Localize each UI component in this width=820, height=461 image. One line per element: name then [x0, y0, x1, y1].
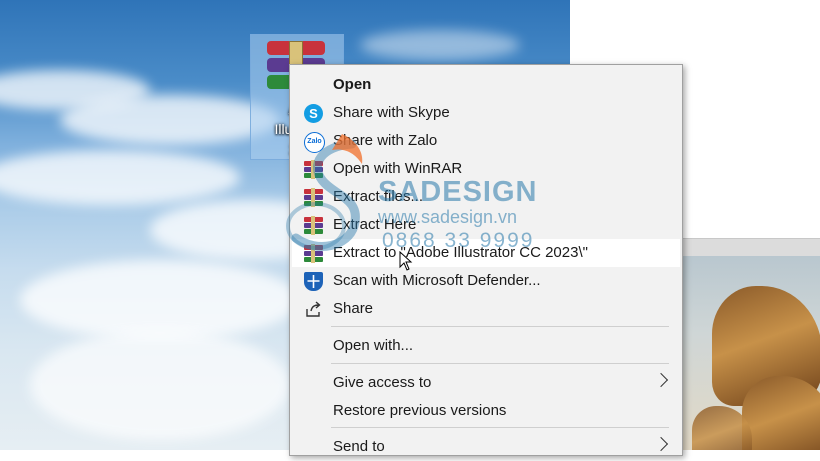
menu-separator — [331, 326, 669, 327]
menu-item-label: Share with Zalo — [333, 132, 438, 149]
menu-item-share-skype[interactable]: S Share with Skype — [292, 99, 680, 127]
menu-item-label: Share with Skype — [333, 104, 450, 121]
menu-item-label: Extract to "Adobe Illustrator CC 2023\" — [333, 244, 588, 261]
menu-item-extract-here[interactable]: Extract Here — [292, 211, 680, 239]
defender-shield-icon — [304, 272, 323, 291]
menu-item-restore-versions[interactable]: Restore previous versions — [292, 397, 680, 425]
menu-item-label: Share — [333, 300, 374, 317]
skype-icon: S — [304, 104, 323, 123]
menu-item-open[interactable]: Open — [292, 71, 680, 99]
context-menu: Open S Share with Skype Zalo Share with … — [289, 64, 683, 456]
menu-item-label: Restore previous versions — [333, 402, 507, 419]
chevron-right-icon — [653, 436, 669, 452]
wallpaper-photo — [682, 256, 820, 450]
winrar-icon — [304, 244, 323, 263]
share-icon — [304, 300, 323, 319]
menu-item-open-with[interactable]: Open with... — [292, 332, 680, 360]
menu-item-label: Open with... — [333, 337, 414, 354]
menu-separator — [331, 427, 669, 428]
menu-item-label: Open — [333, 76, 372, 93]
menu-item-share-zalo[interactable]: Zalo Share with Zalo — [292, 127, 680, 155]
menu-item-label: Send to — [333, 438, 385, 455]
menu-item-scan-defender[interactable]: Scan with Microsoft Defender... — [292, 267, 680, 295]
menu-separator — [331, 363, 669, 364]
menu-item-extract-to[interactable]: Extract to "Adobe Illustrator CC 2023\" — [292, 239, 680, 267]
menu-item-label: Open with WinRAR — [333, 160, 463, 177]
chevron-right-icon — [653, 372, 669, 388]
menu-item-open-winrar[interactable]: Open with WinRAR — [292, 155, 680, 183]
window-title-bar — [682, 238, 820, 257]
menu-item-label: Give access to — [333, 374, 432, 391]
menu-item-share[interactable]: Share — [292, 295, 680, 323]
zalo-icon: Zalo — [304, 132, 325, 153]
menu-item-label: Extract files... — [333, 188, 424, 205]
winrar-icon — [304, 216, 323, 235]
menu-item-give-access[interactable]: Give access to — [292, 369, 680, 397]
menu-item-label: Extract Here — [333, 216, 417, 233]
winrar-icon — [304, 160, 323, 179]
mouse-cursor-icon — [399, 251, 413, 271]
menu-item-extract-files[interactable]: Extract files... — [292, 183, 680, 211]
menu-item-send-to[interactable]: Send to — [292, 433, 680, 461]
menu-item-label: Scan with Microsoft Defender... — [333, 272, 541, 289]
winrar-icon — [304, 188, 323, 207]
